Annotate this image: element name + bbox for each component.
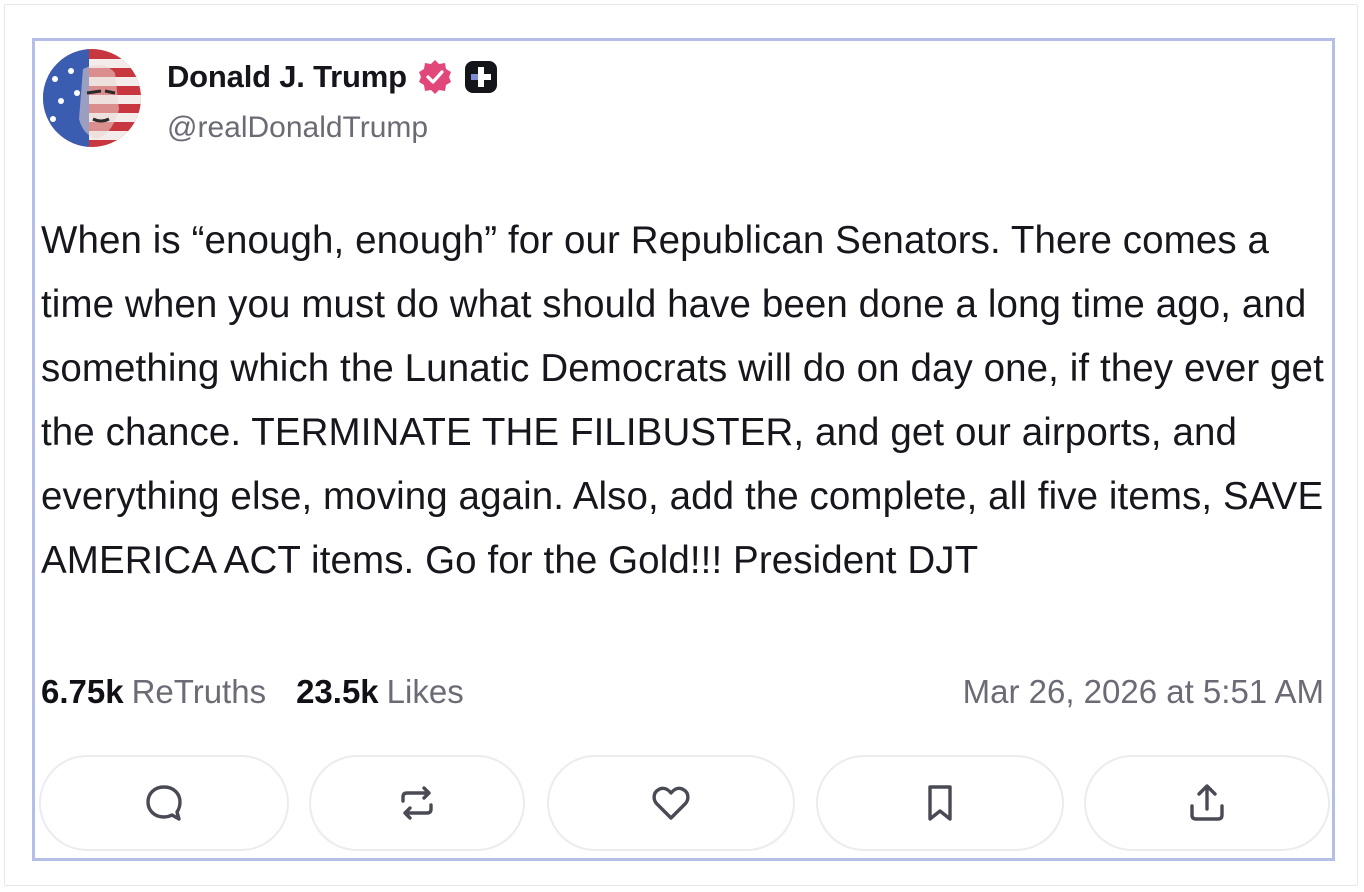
plus-badge-icon	[463, 59, 499, 95]
likes-label[interactable]: Likes	[387, 673, 464, 711]
post-timestamp[interactable]: Mar 26, 2026 at 5:51 AM	[963, 673, 1324, 711]
bookmark-button[interactable]	[816, 755, 1064, 851]
retruth-button[interactable]	[309, 755, 525, 851]
post-text: When is “enough, enough” for our Republi…	[41, 219, 1324, 582]
post-card: Donald J. Trump @realDonaldTrump When is…	[32, 38, 1335, 861]
verified-badge-icon	[417, 59, 453, 95]
action-bar	[39, 755, 1330, 855]
like-button[interactable]	[547, 755, 795, 851]
repost-icon	[401, 786, 433, 820]
bookmark-icon	[928, 785, 952, 821]
author-handle[interactable]: @realDonaldTrump	[167, 111, 428, 145]
retruths-label[interactable]: ReTruths	[132, 673, 266, 711]
heart-icon	[652, 786, 690, 820]
avatar[interactable]	[43, 49, 141, 147]
author-display-name[interactable]: Donald J. Trump	[167, 59, 407, 95]
likes-count[interactable]: 23.5k	[296, 673, 379, 711]
share-button[interactable]	[1084, 755, 1330, 851]
post-stats: 6.75k ReTruths 23.5k Likes	[41, 673, 464, 711]
reply-button[interactable]	[39, 755, 289, 851]
share-icon	[1190, 784, 1224, 821]
retruths-count[interactable]: 6.75k	[41, 673, 124, 711]
comment-icon	[146, 785, 182, 821]
